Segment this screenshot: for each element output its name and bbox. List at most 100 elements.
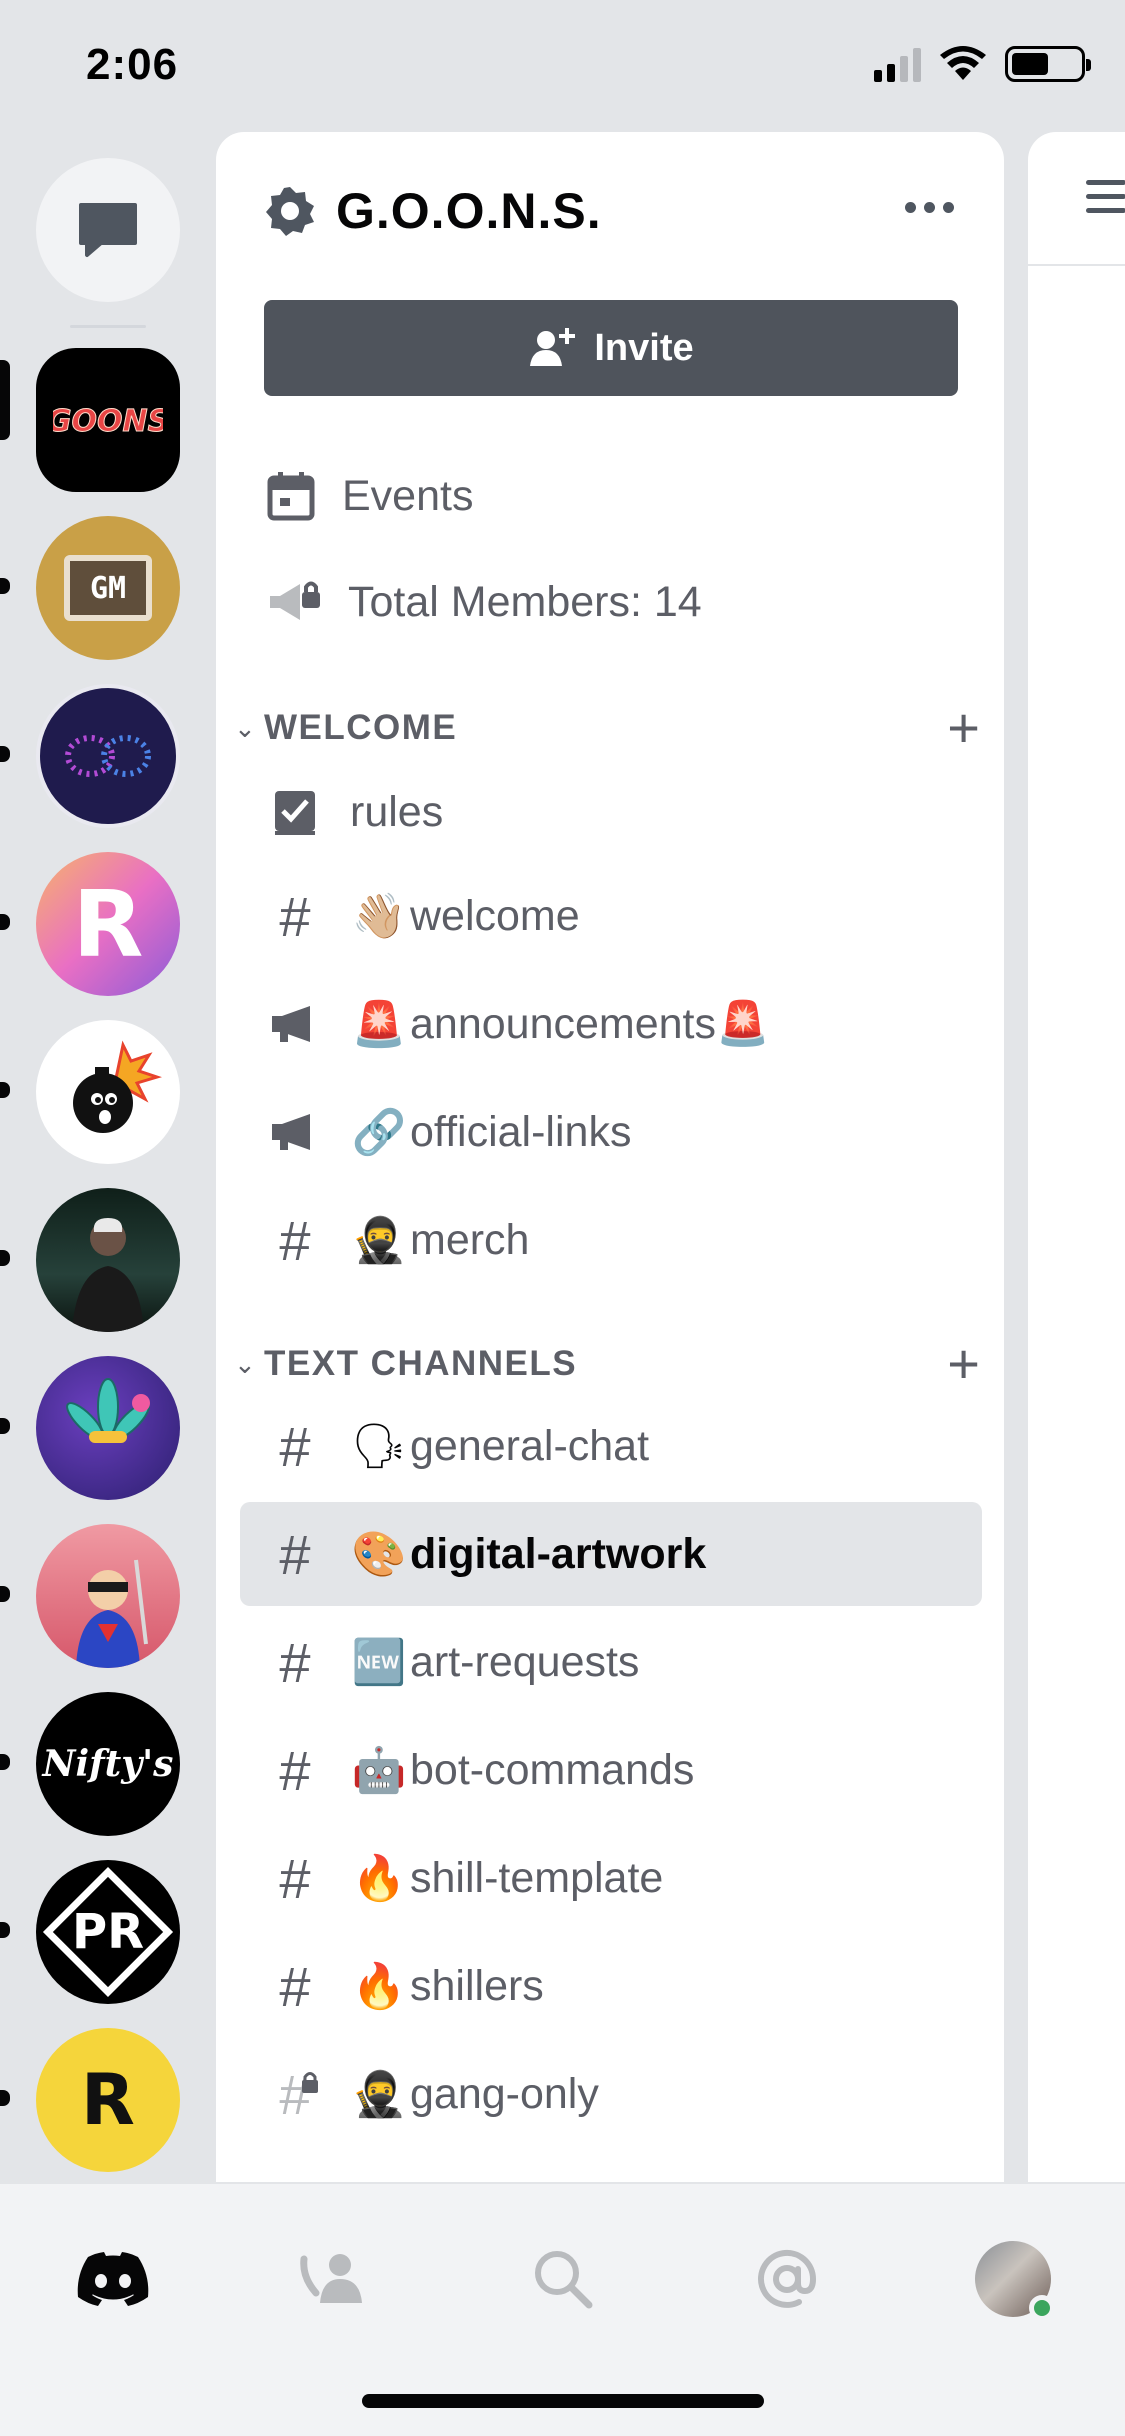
megaphone-icon [240,1112,350,1152]
chat-bubble-icon [79,203,137,257]
server-hero[interactable] [36,1524,180,1668]
unread-pill [0,1754,10,1770]
hash-icon: # [279,1414,311,1478]
cannabis-leaf-icon [66,1378,150,1443]
category-welcome[interactable]: ⌄ WELCOME + [234,700,980,756]
channel-digital-artwork[interactable]: # 🎨 digital-artwork [240,1502,982,1606]
superhero-character-icon [76,1559,148,1668]
channel-bot-commands[interactable]: # 🤖 bot-commands [240,1718,982,1822]
speaking-head-emoji: 🗣 [351,1422,407,1471]
goons-logo-icon: GOONS [53,404,163,440]
calendar-icon [267,472,315,521]
siren-emoji: 🚨 [351,1000,407,1049]
channel-official-links[interactable]: 🔗 official-links [240,1080,982,1184]
tab-search[interactable] [518,2234,608,2324]
events-label: Events [342,471,474,520]
channel-shillers[interactable]: # 🔥 shillers [240,1934,982,2038]
channel-name: shill-template [410,1853,664,1902]
link-emoji: 🔗 [351,1108,407,1157]
matrix-figure-icon [72,1218,144,1332]
chat-pane-peek[interactable] [1028,132,1125,2182]
new-button-emoji: 🆕 [351,1638,407,1687]
unread-pill [0,746,10,762]
friends-icon [300,2254,362,2303]
channel-name: gang-only [410,2069,599,2118]
infinity-logo-icon [65,735,151,777]
server-r-yellow[interactable]: R [36,2028,180,2172]
channel-announcements[interactable]: 🚨 announcements🚨 [240,972,982,1076]
channel-merch[interactable]: # 🥷 merch [240,1188,982,1292]
channel-name: bot-commands [410,1745,695,1794]
more-options-icon[interactable] [905,202,954,213]
server-bomb[interactable] [36,1020,180,1164]
fire-emoji: 🔥 [351,1854,407,1903]
active-server-pill [0,360,10,440]
server-gm[interactable]: GM [36,516,180,660]
server-r-gradient[interactable]: R [36,852,180,996]
niftys-logo-text: Nifty's [42,1743,174,1785]
channel-gang-only[interactable]: # 🥷 gang-only [240,2042,982,2146]
channel-name: rules [350,787,444,836]
locked-hash-icon: # [240,2062,350,2127]
channel-name: general-chat [410,1421,650,1470]
megaphone-icon [240,1004,350,1044]
server-goons[interactable]: GOONS [36,348,180,492]
channel-rules[interactable]: rules [240,760,982,864]
unread-pill [0,1922,10,1938]
unread-pill [0,1586,10,1602]
channel-shill-template[interactable]: # 🔥 shill-template [240,1826,982,1930]
add-channel-icon[interactable]: + [947,700,980,756]
server-niftys[interactable]: Nifty's [36,1692,180,1836]
at-icon [758,2249,817,2308]
tab-home[interactable] [68,2234,158,2324]
channel-general-chat[interactable]: # 🗣 general-chat [240,1394,982,1498]
add-user-icon [530,328,576,366]
tab-profile[interactable] [968,2234,1058,2324]
hash-icon: # [279,1630,311,1694]
invite-label: Invite [594,326,694,369]
unread-pill [0,578,10,594]
member-count-channel[interactable]: Total Members: 14 [266,576,702,628]
server-boost-badge-icon [266,187,314,236]
events-item[interactable]: Events [266,470,473,522]
category-label: WELCOME [264,708,458,747]
pr-logo-text: PR [71,1903,145,1960]
add-channel-icon[interactable]: + [947,1336,980,1392]
unread-pill [0,1082,10,1098]
header-divider [1028,264,1125,266]
hamburger-menu-icon[interactable] [1086,180,1125,213]
channel-art-requests[interactable]: # 🆕 art-requests [240,1610,982,1714]
server-cannabis[interactable] [36,1356,180,1500]
tab-mentions[interactable] [742,2234,832,2324]
channel-name: welcome [410,891,580,940]
server-header[interactable]: G.O.O.N.S. [264,182,602,240]
chevron-down-icon: ⌄ [234,1348,256,1379]
unread-pill [0,914,10,930]
home-indicator [362,2394,764,2408]
pr-logo-icon: PR [42,1866,174,1998]
ninja-emoji: 🥷 [351,1216,407,1265]
robot-emoji: 🤖 [351,1746,407,1795]
server-infinity[interactable] [36,684,180,828]
server-rail: GOONS GM R [0,130,216,2180]
fire-emoji: 🔥 [351,1962,407,2011]
invite-button[interactable]: Invite [264,300,958,396]
channel-name: official-links [410,1107,632,1156]
hash-icon: # [279,1208,311,1272]
waving-hand-emoji: 👋🏼 [351,892,407,941]
ninja-emoji: 🥷 [351,2070,407,2119]
server-pr[interactable]: PR [36,1860,180,2004]
direct-messages-button[interactable] [36,158,180,302]
tab-friends[interactable] [288,2234,378,2324]
status-bar: 2:06 [0,0,1125,130]
r-logo-text: R [72,870,144,978]
discord-logo-icon [77,2252,149,2306]
gm-label: GM [89,570,127,606]
server-name: G.O.O.N.S. [336,183,602,239]
member-count-label: Total Members: 14 [348,577,702,626]
channel-name: merch [410,1215,530,1264]
unread-pill [0,1418,10,1434]
server-matrix-man[interactable] [36,1188,180,1332]
category-text-channels[interactable]: ⌄ TEXT CHANNELS + [234,1336,980,1392]
channel-welcome[interactable]: # 👋🏼 welcome [240,864,982,968]
